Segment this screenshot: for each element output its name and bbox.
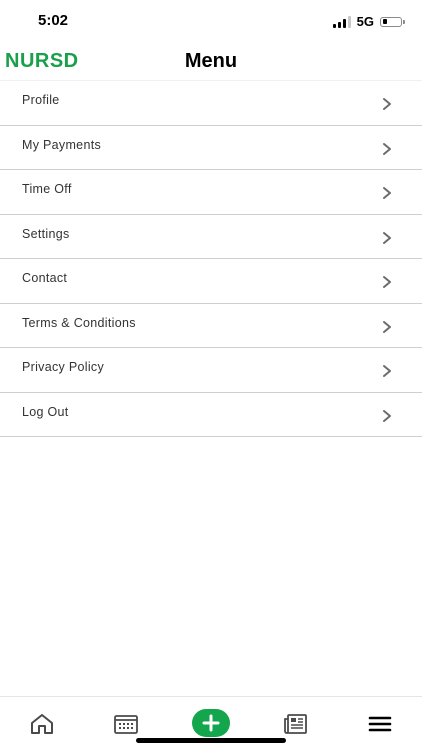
tab-calendar[interactable] — [112, 711, 140, 737]
add-icon — [202, 714, 220, 732]
menu-item-my-payments[interactable]: My Payments — [0, 126, 422, 170]
menu-item-label: Time Off — [22, 182, 72, 196]
status-time: 5:02 — [38, 12, 69, 29]
tab-news[interactable] — [282, 711, 310, 737]
chevron-right-icon — [383, 365, 391, 377]
chevron-right-icon — [383, 276, 391, 288]
calendar-icon — [114, 715, 138, 734]
header: NURSD Menu — [0, 44, 422, 80]
menu-item-label: Contact — [22, 271, 68, 285]
chevron-right-icon — [383, 409, 391, 422]
tab-home[interactable] — [28, 711, 56, 737]
home-indicator — [136, 738, 286, 743]
battery-icon — [380, 16, 405, 27]
chevron-right-icon — [383, 98, 391, 110]
signal-icon — [332, 15, 351, 28]
chevron-right-icon — [383, 187, 391, 199]
network-label: 5G — [356, 14, 374, 29]
menu-item-label: Privacy Policy — [22, 360, 104, 374]
menu-item-label: Settings — [22, 226, 70, 241]
menu-item-label: Log Out — [22, 404, 69, 419]
tab-menu[interactable] — [366, 711, 394, 737]
newspaper-icon — [284, 714, 307, 734]
menu-item-log-out[interactable]: Log Out — [0, 393, 422, 437]
menu-item-label: My Payments — [22, 137, 102, 152]
chevron-right-icon — [383, 231, 391, 244]
menu-item-profile[interactable]: Profile — [0, 81, 422, 126]
menu-item-settings[interactable]: Settings — [0, 215, 422, 259]
menu-item-label: Terms & Conditions — [22, 315, 136, 330]
status-indicators: 5G — [332, 14, 405, 29]
menu-item-time-off[interactable]: Time Off — [0, 170, 422, 215]
home-icon — [31, 714, 53, 734]
menu-item-privacy-policy[interactable]: Privacy Policy — [0, 348, 422, 393]
chevron-right-icon — [383, 142, 391, 155]
menu-list: Profile My Payments Time Off Settings Co… — [0, 80, 422, 437]
menu-screen: 5:02 5G NURSD Menu Profile My Payments T… — [0, 0, 422, 750]
menu-item-terms-conditions[interactable]: Terms & Conditions — [0, 304, 422, 348]
menu-icon — [368, 716, 392, 732]
page-title: Menu — [184, 50, 238, 72]
menu-item-label: Profile — [22, 93, 60, 107]
chevron-right-icon — [383, 320, 391, 333]
status-bar: 5:02 5G — [0, 0, 422, 44]
add-button[interactable] — [192, 709, 230, 737]
menu-item-contact[interactable]: Contact — [0, 259, 422, 304]
